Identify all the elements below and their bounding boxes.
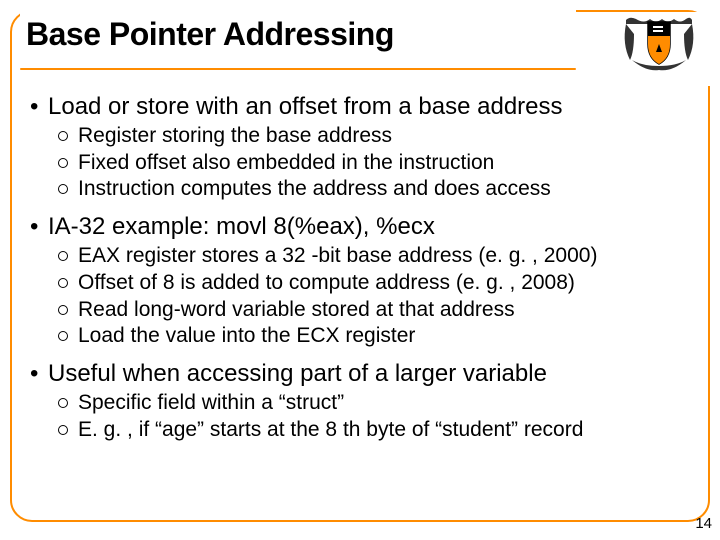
- title-container: Base Pointer Addressing: [20, 10, 576, 70]
- bullet-text: Useful when accessing part of a larger v…: [48, 360, 547, 387]
- sub-bullet-text: Specific field within a “struct”: [78, 391, 344, 414]
- title-underline: [20, 68, 576, 71]
- sub-bullet-text: Offset of 8 is added to compute address …: [78, 271, 575, 294]
- page-number: 14: [695, 515, 712, 532]
- bullet-level2: Read long-word variable stored at that a…: [58, 297, 698, 323]
- bullet-level2: Offset of 8 is added to compute address …: [58, 270, 698, 296]
- sub-bullet-text: Read long-word variable stored at that a…: [78, 298, 515, 321]
- sub-bullet-group: Specific field within a “struct” E. g. ,…: [30, 390, 698, 442]
- bullet-level2: Load the value into the ECX register: [58, 323, 698, 349]
- sub-bullet-group: Register storing the base address Fixed …: [30, 123, 698, 202]
- princeton-shield-icon: [604, 12, 714, 86]
- sub-bullet-text: Register storing the base address: [78, 124, 392, 147]
- bullet-text: IA-32 example: movl 8(%eax), %ecx: [48, 213, 435, 240]
- bullet-level1: IA-32 example: movl 8(%eax), %ecx: [30, 212, 698, 241]
- sub-bullet-text: Fixed offset also embedded in the instru…: [78, 151, 494, 174]
- sub-bullet-text: E. g. , if “age” starts at the 8 th byte…: [78, 418, 583, 441]
- slide-frame: Base Pointer Addressing Load or store wi…: [10, 10, 710, 522]
- bullet-level1: Useful when accessing part of a larger v…: [30, 359, 698, 388]
- bullet-level2: Instruction computes the address and doe…: [58, 176, 698, 202]
- bullet-level2: E. g. , if “age” starts at the 8 th byte…: [58, 417, 698, 443]
- bullet-level2: EAX register stores a 32 -bit base addre…: [58, 243, 698, 269]
- slide-title: Base Pointer Addressing: [26, 16, 572, 53]
- bullet-level2: Register storing the base address: [58, 123, 698, 149]
- bullet-level2: Fixed offset also embedded in the instru…: [58, 150, 698, 176]
- bullet-level2: Specific field within a “struct”: [58, 390, 698, 416]
- sub-bullet-text: Load the value into the ECX register: [78, 324, 415, 347]
- bullet-text: Load or store with an offset from a base…: [48, 93, 563, 120]
- sub-bullet-text: EAX register stores a 32 -bit base addre…: [78, 244, 597, 267]
- sub-bullet-text: Instruction computes the address and doe…: [78, 177, 551, 200]
- sub-bullet-group: EAX register stores a 32 -bit base addre…: [30, 243, 698, 348]
- bullet-level1: Load or store with an offset from a base…: [30, 92, 698, 121]
- slide-content: Load or store with an offset from a base…: [30, 82, 698, 452]
